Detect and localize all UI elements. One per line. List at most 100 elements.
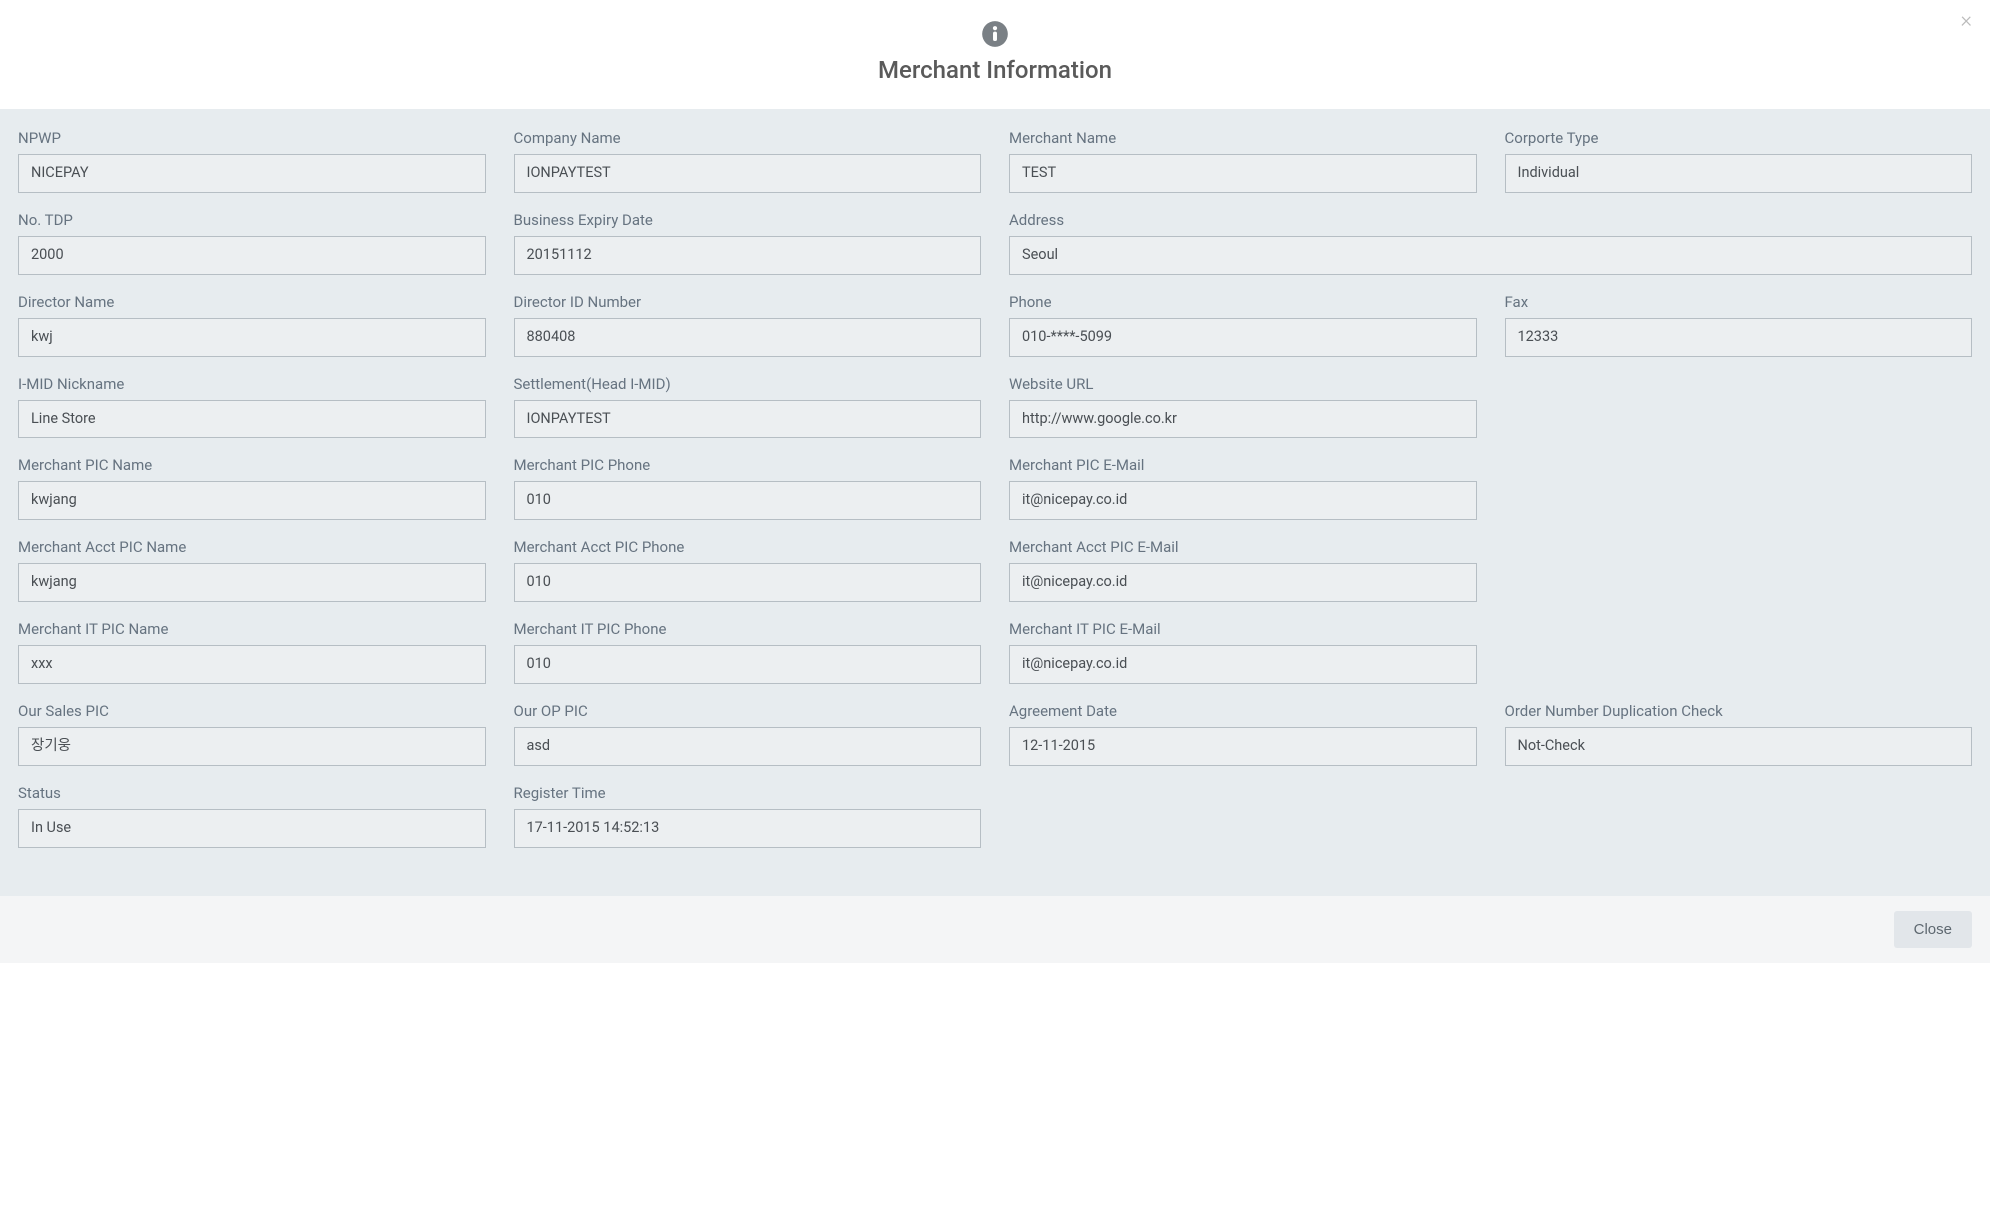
- field-value: Seoul: [1009, 236, 1972, 275]
- field-value: it@nicepay.co.id: [1009, 563, 1477, 602]
- field-label: NPWP: [18, 129, 486, 147]
- field-company-name: Company Name IONPAYTEST: [500, 129, 996, 211]
- field-value: Line Store: [18, 400, 486, 439]
- field-settlement-head-imid: Settlement(Head I-MID) IONPAYTEST: [500, 375, 996, 457]
- field-register-time: Register Time 17-11-2015 14:52:13: [500, 784, 996, 866]
- field-value: xxx: [18, 645, 486, 684]
- modal-footer: Close: [0, 896, 1990, 963]
- field-label: Corporte Type: [1505, 129, 1973, 147]
- field-merchant-pic-name: Merchant PIC Name kwjang: [4, 456, 500, 538]
- field-label: Our OP PIC: [514, 702, 982, 720]
- field-value: 880408: [514, 318, 982, 357]
- field-label: Merchant PIC E-Mail: [1009, 456, 1477, 474]
- field-label: Merchant Name: [1009, 129, 1477, 147]
- form-row: Merchant Acct PIC NamekwjangMerchant Acc…: [4, 538, 1986, 620]
- field-label: Our Sales PIC: [18, 702, 486, 720]
- field-label: Address: [1009, 211, 1972, 229]
- field-label: No. TDP: [18, 211, 486, 229]
- field-value: NICEPAY: [18, 154, 486, 193]
- field-label: Website URL: [1009, 375, 1477, 393]
- merchant-info-modal: × Merchant Information NPWP NICEPAY Compan…: [0, 0, 1990, 963]
- field-label: Merchant PIC Phone: [514, 456, 982, 474]
- field-value: 010: [514, 645, 982, 684]
- field-merchant-acct-pic-name: Merchant Acct PIC Name kwjang: [4, 538, 500, 620]
- field-merchant-it-pic-name: Merchant IT PIC Name xxx: [4, 620, 500, 702]
- field-value: 2000: [18, 236, 486, 275]
- field-value: 12333: [1505, 318, 1973, 357]
- form-row: Merchant PIC Name kwjang Merchant PIC Phon…: [4, 456, 1986, 538]
- field-label: Register Time: [514, 784, 982, 802]
- field-value: 12-11-2015: [1009, 727, 1477, 766]
- field-merchant-it-pic-phone: Merchant IT PIC Phone 010: [500, 620, 996, 702]
- field-merchant-pic-phone: Merchant PIC Phone 010: [500, 456, 996, 538]
- field-phone: Phone010-****-5099: [995, 293, 1491, 375]
- close-button[interactable]: Close: [1894, 911, 1972, 948]
- field-value: IONPAYTEST: [514, 154, 982, 193]
- field-corporate-type: Corporte Type Individual: [1491, 129, 1987, 211]
- field-value: it@nicepay.co.id: [1009, 481, 1477, 520]
- field-merchant-acct-pic-email: Merchant Acct PIC E-Mail it@nicepay.co.id: [995, 538, 1491, 620]
- field-label: Merchant IT PIC Phone: [514, 620, 982, 638]
- field-label: Merchant Acct PIC Name: [18, 538, 486, 556]
- field-value: kwj: [18, 318, 486, 357]
- field-website-url: Website URL http://www.google.co.kr: [995, 375, 1491, 457]
- field-value: Individual: [1505, 154, 1973, 193]
- field-value: it@nicepay.co.id: [1009, 645, 1477, 684]
- field-value: In Use: [18, 809, 486, 848]
- field-merchant-it-pic-email: Merchant IT PIC E-Mail it@nicepay.co.id: [995, 620, 1491, 702]
- field-label: Merchant IT PIC E-Mail: [1009, 620, 1477, 638]
- field-label: Director Name: [18, 293, 486, 311]
- field-director-id-number: Director ID Number 880408: [500, 293, 996, 375]
- field-status: Status In Use: [4, 784, 500, 866]
- field-label: Phone: [1009, 293, 1477, 311]
- field-label: Status: [18, 784, 486, 802]
- field-value: kwjang: [18, 563, 486, 602]
- field-fax: Fax 12333: [1491, 293, 1987, 375]
- field-label: Business Expiry Date: [514, 211, 982, 229]
- field-no-tdp: No. TDP 2000: [4, 211, 500, 293]
- close-icon[interactable]: ×: [1960, 10, 1972, 32]
- field-npwp: NPWP NICEPAY: [4, 129, 500, 211]
- modal-header: × Merchant Information: [0, 0, 1990, 109]
- field-label: Merchant Acct PIC Phone: [514, 538, 982, 556]
- form-row: I-MID NicknameLine StoreSettlement(Head …: [4, 375, 1986, 457]
- field-label: Merchant IT PIC Name: [18, 620, 486, 638]
- field-address: Address Seoul: [995, 211, 1986, 293]
- field-label: Fax: [1505, 293, 1973, 311]
- field-our-op-pic: Our OP PIC asd: [500, 702, 996, 784]
- field-order-number-dup-check: Order Number Duplication Check Not-Check: [1491, 702, 1987, 784]
- field-label: Director ID Number: [514, 293, 982, 311]
- field-value: 20151112: [514, 236, 982, 275]
- field-value: 17-11-2015 14:52:13: [514, 809, 982, 848]
- field-label: Agreement Date: [1009, 702, 1477, 720]
- field-director-name: Director Name kwj: [4, 293, 500, 375]
- field-label: Order Number Duplication Check: [1505, 702, 1973, 720]
- field-label: Settlement(Head I-MID): [514, 375, 982, 393]
- field-our-sales-pic: Our Sales PIC 장기웅: [4, 702, 500, 784]
- form-row: Our Sales PIC 장기웅 Our OP PIC asd Agreement D…: [4, 702, 1986, 784]
- form-row: No. TDP 2000 Business Expiry Date 20151112 A…: [4, 211, 1986, 293]
- field-label: Merchant Acct PIC E-Mail: [1009, 538, 1477, 556]
- field-value: http://www.google.co.kr: [1009, 400, 1477, 439]
- modal-title: Merchant Information: [0, 56, 1990, 84]
- field-value: 010: [514, 563, 982, 602]
- modal-body: NPWP NICEPAY Company Name IONPAYTEST Merchan…: [0, 109, 1990, 896]
- field-value: TEST: [1009, 154, 1477, 193]
- field-merchant-acct-pic-phone: Merchant Acct PIC Phone 010: [500, 538, 996, 620]
- field-imid-nickname: I-MID NicknameLine Store: [4, 375, 500, 457]
- field-merchant-pic-email: Merchant PIC E-Mail it@nicepay.co.id: [995, 456, 1491, 538]
- field-agreement-date: Agreement Date 12-11-2015: [995, 702, 1491, 784]
- field-value: kwjang: [18, 481, 486, 520]
- field-label: Merchant PIC Name: [18, 456, 486, 474]
- field-value: asd: [514, 727, 982, 766]
- field-value: Not-Check: [1505, 727, 1973, 766]
- form-row: Director Name kwj Director ID Number 880408…: [4, 293, 1986, 375]
- field-business-expiry-date: Business Expiry Date 20151112: [500, 211, 996, 293]
- field-value: 010: [514, 481, 982, 520]
- form-row: Status In Use Register Time 17-11-2015 14:5…: [4, 784, 1986, 866]
- field-label: Company Name: [514, 129, 982, 147]
- field-value: 장기웅: [18, 727, 486, 766]
- form-row: NPWP NICEPAY Company Name IONPAYTEST Merchan…: [4, 129, 1986, 211]
- field-value: IONPAYTEST: [514, 400, 982, 439]
- form-row: Merchant IT PIC Name xxx Merchant IT PIC P…: [4, 620, 1986, 702]
